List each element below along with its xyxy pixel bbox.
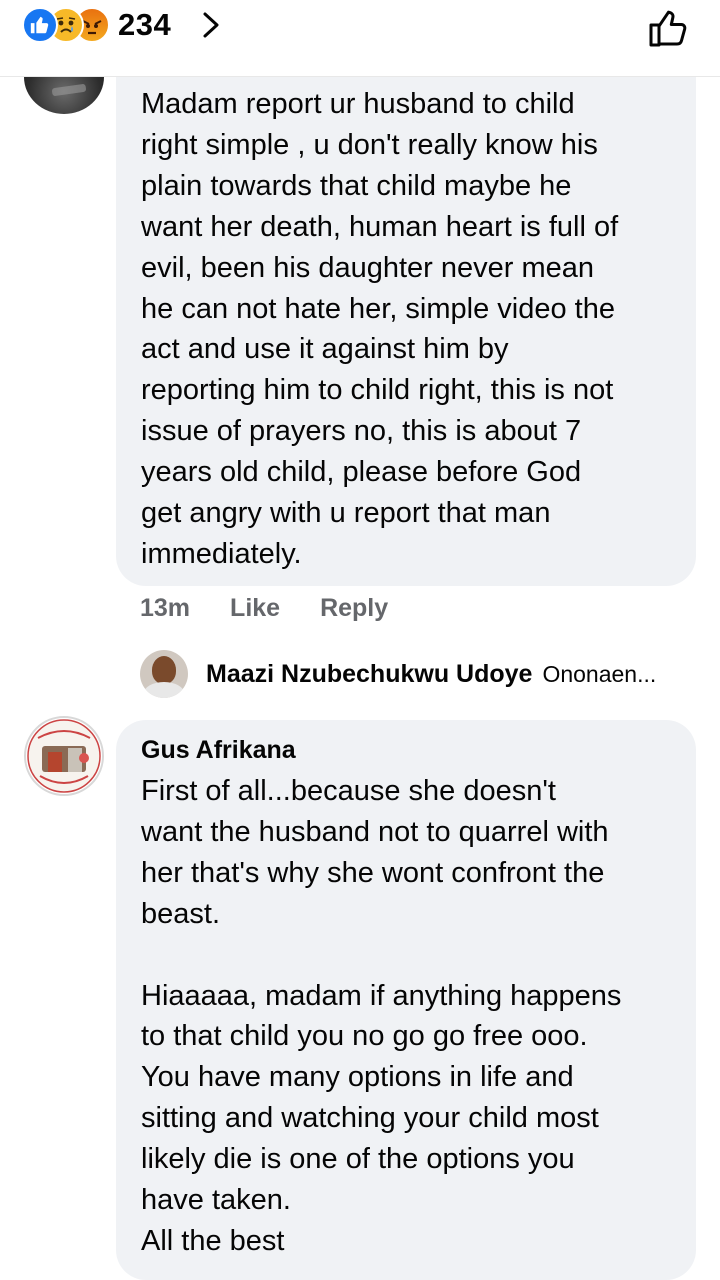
reply-snippet: Ononaen... [542, 660, 657, 687]
commenter-avatar[interactable] [24, 716, 104, 796]
comment-author-name[interactable]: Gus Afrikana [141, 736, 296, 765]
like-outline-icon[interactable] [646, 6, 690, 50]
comment-actions: 13m Like Reply [140, 588, 388, 628]
reply-button[interactable]: Reply [320, 594, 388, 623]
like-button[interactable]: Like [230, 594, 280, 623]
reply-author-name: Maazi Nzubechukwu Udoye [206, 659, 533, 688]
reaction-summary[interactable]: 234 [22, 7, 171, 43]
reply-avatar [140, 650, 188, 698]
comment-text: First of all...because she doesn't want … [141, 775, 622, 1257]
reaction-count: 234 [118, 7, 172, 42]
comment-text: Madam report ur husband to child right s… [141, 88, 619, 570]
reactions-header: 234 [0, 0, 720, 77]
like-reaction-icon [22, 7, 58, 43]
chevron-right-icon[interactable] [198, 10, 224, 40]
reply-preview[interactable]: Maazi Nzubechukwu Udoye Ononaen... [140, 648, 656, 700]
comment-timestamp: 13m [140, 593, 191, 622]
